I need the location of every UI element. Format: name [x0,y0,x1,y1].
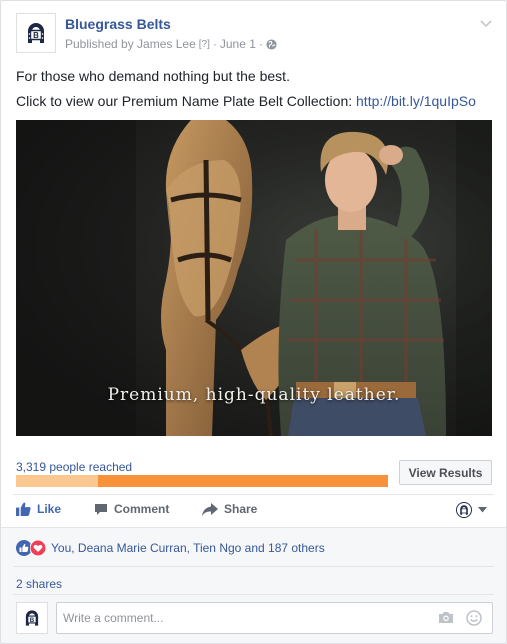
post-text-line-2-text: Click to view our Premium Name Plate Bel… [16,93,357,109]
emoji-icon[interactable] [466,610,482,626]
reactions-summary[interactable]: You, Deana Marie Curran, Tien Ngo and 18… [16,540,325,556]
share-button[interactable]: Share [202,502,257,516]
divider [13,594,494,595]
reactions-text: You, Deana Marie Curran, Tien Ngo and 18… [51,541,325,555]
page-name-link[interactable]: Bluegrass Belts [65,16,171,32]
horseshoe-logo-icon: B [25,610,39,626]
share-label: Share [224,502,258,516]
globe-icon[interactable] [266,38,277,50]
reach-bar-organic [16,475,98,487]
divider [13,566,494,567]
comment-input[interactable] [63,603,423,633]
post-image[interactable]: Premium, high-quality leather. [16,120,492,436]
published-by-link[interactable]: Published by James Lee [65,37,196,51]
post-as-selector[interactable] [456,502,487,518]
people-reached-link[interactable]: 3,319 people reached [16,460,132,474]
post-meta: Published by James Lee [?] · June 1 · [65,37,277,51]
reach-bar [16,475,388,487]
post-body: For those who demand nothing but the bes… [16,67,493,117]
page-avatar-icon [456,502,472,518]
feedback-panel: You, Deana Marie Curran, Tien Ngo and 18… [1,527,506,643]
meta-separator-2: · [258,37,263,51]
meta-separator: · [212,37,217,51]
shares-link[interactable]: 2 shares [16,577,62,591]
post-text-line-1: For those who demand nothing but the bes… [16,68,290,84]
love-reaction-icon [30,540,46,556]
comment-button[interactable]: Comment [94,502,169,516]
share-arrow-icon [202,502,218,516]
comment-composer: B [16,601,493,635]
svg-text:B: B [33,31,39,40]
like-label: Like [37,502,62,516]
view-results-button[interactable]: View Results [399,460,492,485]
comment-box[interactable] [56,602,493,634]
reaction-icons [16,540,46,556]
comment-label: Comment [114,502,170,516]
page-logo[interactable]: B [16,13,56,53]
action-bar: Like Comment Share [16,500,493,522]
post-card: B Bluegrass Belts Published by James Lee… [0,0,507,644]
comment-icon [95,503,107,515]
help-marker[interactable]: [?] [199,39,210,50]
svg-text:B: B [30,617,35,624]
caret-down-icon [478,507,487,513]
thumbs-up-icon [16,502,31,516]
camera-icon[interactable] [438,611,454,624]
post-link[interactable]: http://bit.ly/1quIpSo [356,93,476,109]
image-caption: Premium, high-quality leather. [107,385,401,405]
post-header: B Bluegrass Belts Published by James Lee… [16,13,493,55]
like-button[interactable]: Like [16,502,61,516]
horseshoe-logo-icon: B [20,17,52,49]
divider [13,494,494,495]
chevron-down-icon[interactable] [479,17,493,31]
commenter-avatar: B [16,602,48,634]
post-text-line-2: Click to view our Premium Name Plate Bel… [16,92,493,111]
post-date-link[interactable]: June 1 [220,37,256,51]
